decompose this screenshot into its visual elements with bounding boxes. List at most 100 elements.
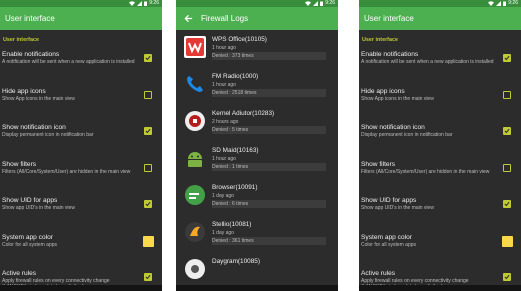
log-timestamp: 1 hour ago <box>212 82 236 88</box>
log-denied-count: Denied : 6 times <box>212 200 326 208</box>
battery-icon <box>320 1 324 6</box>
signal-icon <box>313 1 319 6</box>
clock: 9:26 <box>149 0 159 6</box>
preference-row[interactable]: Show notification icon Display permanent … <box>0 121 162 158</box>
section-header: User interface <box>3 37 39 43</box>
log-app-name: FM Radio(1000) <box>212 73 259 80</box>
wps-office-icon <box>184 36 206 58</box>
preference-row[interactable]: Hide app icons Show App icons in the main… <box>359 85 521 122</box>
log-entry[interactable]: WPS Office(10105) 1 hour ago Denied : 373 … <box>176 33 338 70</box>
log-denied-count: Denied : 361 times <box>212 237 326 245</box>
checkbox[interactable] <box>503 200 511 208</box>
preference-row[interactable]: Show notification icon Display permanent … <box>359 121 521 158</box>
checkbox[interactable] <box>144 54 152 62</box>
preference-row[interactable]: Hide app icons Show App icons in the main… <box>0 85 162 122</box>
preference-summary: Color for all system apps <box>361 241 417 248</box>
log-denied-count: Denied : 1 times <box>212 163 326 171</box>
navigation-bar <box>176 285 338 291</box>
preference-row[interactable]: Show UID for apps Show app UID's in the m… <box>0 194 162 231</box>
checkbox[interactable] <box>503 90 511 99</box>
preference-summary: Display permanent icon in notification b… <box>2 132 94 138</box>
status-bar: 9:26 <box>0 0 162 7</box>
page-title: Firewall Logs <box>201 14 249 23</box>
settings-screen: 9:26 User interface User interface Enabl… <box>359 0 521 291</box>
preferences-list: User interface Enable notifications A not… <box>359 30 521 291</box>
navigation-bar <box>359 285 521 291</box>
preference-row[interactable]: System app color Color for all system app… <box>0 231 162 268</box>
status-icons: 9:26 <box>305 0 335 7</box>
check-icon <box>504 55 510 61</box>
kernel-adiutor-icon <box>184 110 206 132</box>
log-app-name: SD Maid(10163) <box>212 147 259 154</box>
color-swatch[interactable] <box>502 235 513 247</box>
browser-icon <box>184 184 206 206</box>
check-icon <box>504 201 510 207</box>
preference-row[interactable]: Show filters Filters (All/Core/System/Use… <box>0 158 162 195</box>
preference-row[interactable]: Enable notifications A notification will … <box>359 48 521 85</box>
log-entry[interactable]: Stellio(10081) 1 day ago Denied : 361 time… <box>176 218 338 255</box>
stellio-icon <box>184 221 206 243</box>
preference-summary: A notification will be sent when a new a… <box>361 59 494 65</box>
checkbox[interactable] <box>503 273 511 281</box>
checkbox[interactable] <box>144 200 152 208</box>
status-icons: 9:26 <box>129 0 159 7</box>
log-app-name: WPS Office(10105) <box>212 36 267 43</box>
preference-title: Active rules <box>2 270 37 277</box>
preference-summary: Display permanent icon in notification b… <box>361 132 453 138</box>
preference-row[interactable]: Show filters Filters (All/Core/System/Use… <box>359 158 521 195</box>
log-denied-count: Denied : 5 times <box>212 126 326 134</box>
log-timestamp: 1 hour ago <box>212 156 236 162</box>
log-app-name: Daygram(10085) <box>212 258 260 265</box>
section-header: User interface <box>362 37 398 43</box>
firewall-logs-screen: 9:26 Firewall Logs WPS Office(10105) 1 ho… <box>176 0 338 291</box>
status-icons: 9:26 <box>488 0 518 7</box>
preference-title: Show UID for apps <box>361 197 417 204</box>
preference-summary: Show app UID's in the main view <box>361 205 434 211</box>
log-list: WPS Office(10105) 1 hour ago Denied : 373 … <box>176 30 338 291</box>
preference-title: System app color <box>361 233 412 241</box>
check-icon <box>145 128 151 134</box>
log-denied-count: Denied : 373 times <box>212 52 326 60</box>
checkbox[interactable] <box>503 54 511 62</box>
preference-title: Enable notifications <box>361 51 419 58</box>
log-entry[interactable]: SD Maid(10163) 1 hour ago Denied : 1 times <box>176 144 338 181</box>
arrow-left-icon <box>183 14 192 23</box>
phone-radio-icon <box>184 73 206 95</box>
preference-summary: A notification will be sent when a new a… <box>2 59 135 65</box>
preference-row[interactable]: Show UID for apps Show app UID's in the m… <box>359 194 521 231</box>
preferences-list: User interface Enable notifications A not… <box>0 30 162 291</box>
log-app-name: Browser(10091) <box>212 184 258 191</box>
check-icon <box>504 128 510 134</box>
check-icon <box>145 201 151 207</box>
preference-title: Show filters <box>361 160 396 168</box>
preference-title: Hide app icons <box>361 87 405 95</box>
status-bar: 9:26 <box>359 0 521 7</box>
preference-summary: Show App icons in the main view <box>361 95 434 102</box>
wifi-icon <box>129 1 136 6</box>
log-entry[interactable]: Browser(10091) 1 day ago Denied : 6 times <box>176 181 338 218</box>
battery-icon <box>144 1 148 6</box>
back-button[interactable] <box>181 12 195 26</box>
preference-title: Show notification icon <box>361 124 425 131</box>
app-bar: Firewall Logs <box>176 7 338 30</box>
checkbox[interactable] <box>503 127 511 135</box>
log-entry[interactable]: Kernel Adiutor(10283) 2 hours ago Denied :… <box>176 107 338 144</box>
preference-row[interactable]: Enable notifications A notification will … <box>0 48 162 85</box>
checkbox[interactable] <box>144 127 152 135</box>
log-timestamp: 1 day ago <box>212 230 234 236</box>
log-app-name: Kernel Adiutor(10283) <box>212 110 275 117</box>
app-bar: User interface <box>359 7 521 30</box>
checkbox[interactable] <box>144 163 152 172</box>
checkbox[interactable] <box>144 90 152 99</box>
daygram-icon <box>184 258 206 280</box>
log-entry[interactable]: FM Radio(1000) 1 hour ago Denied : 2518 ti… <box>176 70 338 107</box>
wifi-icon <box>305 1 312 6</box>
checkbox[interactable] <box>144 273 152 281</box>
preference-row[interactable]: System app color Color for all system app… <box>359 231 521 268</box>
color-swatch[interactable] <box>143 235 154 247</box>
preference-title: Show notification icon <box>2 124 66 131</box>
check-icon <box>504 274 510 280</box>
check-icon <box>145 274 151 280</box>
checkbox[interactable] <box>503 163 511 172</box>
app-bar: User interface <box>0 7 162 30</box>
